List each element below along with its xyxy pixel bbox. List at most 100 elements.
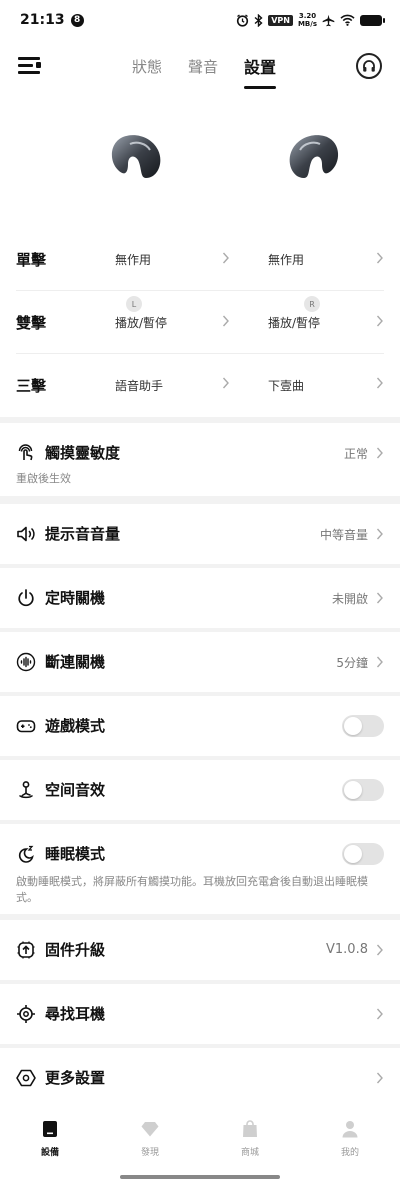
network-speed-value: 3.20 [298, 12, 317, 20]
chevron-right-icon[interactable] [222, 251, 230, 265]
nav-label: 發現 [140, 1148, 159, 1158]
setting-title: 固件升級 [45, 941, 106, 959]
chevron-right-icon[interactable] [222, 314, 230, 328]
status-time: 21:13 [20, 12, 65, 28]
device-icon [43, 1121, 57, 1137]
status-icons: VPN 3.20 MB/s [236, 12, 385, 28]
setting-spatial-audio: 空间音效 [0, 760, 400, 820]
setting-find-earbuds[interactable]: 尋找耳機 [0, 984, 400, 1044]
chevron-right-icon [376, 656, 383, 668]
setting-game-mode: 遊戲模式 [0, 696, 400, 756]
setting-title: 睡眠模式 [45, 845, 106, 863]
chevron-right-icon [376, 528, 383, 540]
top-tabs: 狀態 聲音 設置 [132, 40, 277, 92]
setting-title: 尋找耳機 [45, 1005, 106, 1023]
setting-firmware-upgrade[interactable]: 固件升級 V1.0.8 [0, 920, 400, 980]
nav-item-shop[interactable]: 商城 [225, 1120, 275, 1158]
right-gesture-value[interactable]: 下壹曲 [268, 377, 304, 394]
left-gesture-value[interactable]: 播放/暫停 [115, 314, 167, 331]
setting-note: 重啟後生效 [16, 472, 71, 485]
right-earbud-image [289, 135, 339, 178]
gesture-label: 三擊 [16, 376, 47, 395]
nav-label: 我的 [340, 1148, 359, 1158]
shop-bag-icon [243, 1120, 257, 1137]
left-gesture-value[interactable]: 語音助手 [115, 377, 163, 394]
gesture-label: 單擊 [16, 251, 47, 269]
bluetooth-icon [254, 13, 263, 27]
profile-icon [342, 1121, 358, 1138]
setting-touch-sensitivity[interactable]: 觸摸靈敏度 正常 重啟後生效 [0, 423, 400, 496]
tab-sound[interactable]: 聲音 [188, 56, 218, 77]
chevron-right-icon [376, 592, 383, 604]
diamond-icon [141, 1122, 159, 1137]
setting-title: 空间音效 [45, 781, 106, 799]
game-mode-toggle[interactable] [342, 715, 384, 737]
gamepad-icon [16, 720, 36, 733]
setting-title: 斷連關機 [45, 653, 106, 671]
nav-item-profile[interactable]: 我的 [325, 1120, 375, 1158]
menu-line [18, 64, 33, 67]
wifi-icon [340, 14, 355, 26]
setting-sleep-mode: 睡眠模式 啟動睡眠模式，將屏蔽所有觸摸功能。耳機放回充電倉後自動退出睡眠模式。 [0, 824, 400, 914]
chevron-right-icon [376, 944, 383, 956]
vpn-badge: VPN [268, 14, 293, 26]
nav-label: 設備 [40, 1148, 59, 1158]
firmware-upgrade-icon [17, 941, 35, 959]
speaker-icon [17, 526, 35, 542]
nav-item-discover[interactable]: 發現 [125, 1120, 175, 1158]
setting-title: 遊戲模式 [45, 717, 106, 735]
touch-finger-icon [18, 444, 33, 461]
chevron-right-icon[interactable] [376, 251, 384, 265]
chevron-right-icon [376, 1008, 383, 1020]
sleep-mode-toggle[interactable] [342, 843, 384, 865]
setting-value: V1.0.8 [326, 942, 368, 957]
moon-sleep-icon [18, 845, 34, 863]
left-earbud-image [111, 135, 161, 178]
setting-title: 定時關機 [45, 589, 106, 607]
setting-value: 5分鐘 [336, 656, 368, 670]
top-header: 狀態 聲音 設置 [0, 40, 400, 92]
chevron-right-icon [376, 447, 383, 459]
menu-line [18, 57, 40, 60]
menu-arrow-icon [36, 62, 41, 68]
gesture-row-triple-tap: 三擊 語音助手 下壹曲 [16, 354, 384, 416]
tab-status[interactable]: 狀態 [132, 56, 162, 77]
chevron-right-icon[interactable] [222, 376, 230, 390]
alarm-icon [237, 13, 249, 27]
setting-more-settings[interactable]: 更多設置 [0, 1048, 400, 1108]
status-bar: 21:13 8 VPN 3.20 MB/s [0, 0, 400, 40]
setting-disconnect-shutdown[interactable]: 斷連關機 5分鐘 [0, 632, 400, 692]
setting-value: 正常 [343, 447, 368, 461]
nav-item-device[interactable]: 設備 [25, 1120, 75, 1158]
gesture-label: 雙擊 [16, 314, 47, 332]
menu-button[interactable] [18, 54, 44, 76]
earbuds-card: L R 單擊 無作用 無作用 雙擊 播放/暫停 播放/暫停 三擊 語音助手 下壹… [0, 92, 400, 417]
chevron-right-icon[interactable] [376, 314, 384, 328]
setting-prompt-volume[interactable]: 提示音音量 中等音量 [0, 504, 400, 564]
setting-value: 未開啟 [331, 592, 368, 606]
setting-value: 中等音量 [319, 528, 368, 542]
chevron-right-icon[interactable] [376, 376, 384, 390]
chevron-right-icon [376, 1072, 383, 1084]
sound-wave-icon [16, 652, 36, 672]
gesture-row-double-tap: 雙擊 播放/暫停 播放/暫停 [16, 292, 384, 354]
spatial-audio-icon [18, 781, 34, 799]
hexagon-settings-icon [16, 1069, 36, 1087]
menu-line [18, 71, 40, 74]
setting-title: 觸摸靈敏度 [45, 444, 121, 462]
airplane-icon [322, 14, 335, 26]
headphone-button[interactable] [356, 53, 382, 79]
setting-note: 啟動睡眠模式，將屏蔽所有觸摸功能。耳機放回充電倉後自動退出睡眠模式。 [16, 875, 368, 904]
setting-timed-shutdown[interactable]: 定時關機 未開啟 [0, 568, 400, 628]
headphone-icon [363, 60, 375, 72]
tab-settings[interactable]: 設置 [244, 54, 277, 89]
nav-label: 商城 [240, 1148, 259, 1158]
network-speed-unit: MB/s [297, 20, 317, 28]
right-gesture-value[interactable]: 無作用 [268, 251, 304, 268]
home-indicator[interactable] [120, 1175, 280, 1179]
right-gesture-value[interactable]: 播放/暫停 [268, 314, 320, 331]
power-icon [18, 589, 34, 607]
left-gesture-value[interactable]: 無作用 [115, 251, 151, 268]
network-speed: 3.20 MB/s [298, 12, 317, 28]
spatial-audio-toggle[interactable] [342, 779, 384, 801]
